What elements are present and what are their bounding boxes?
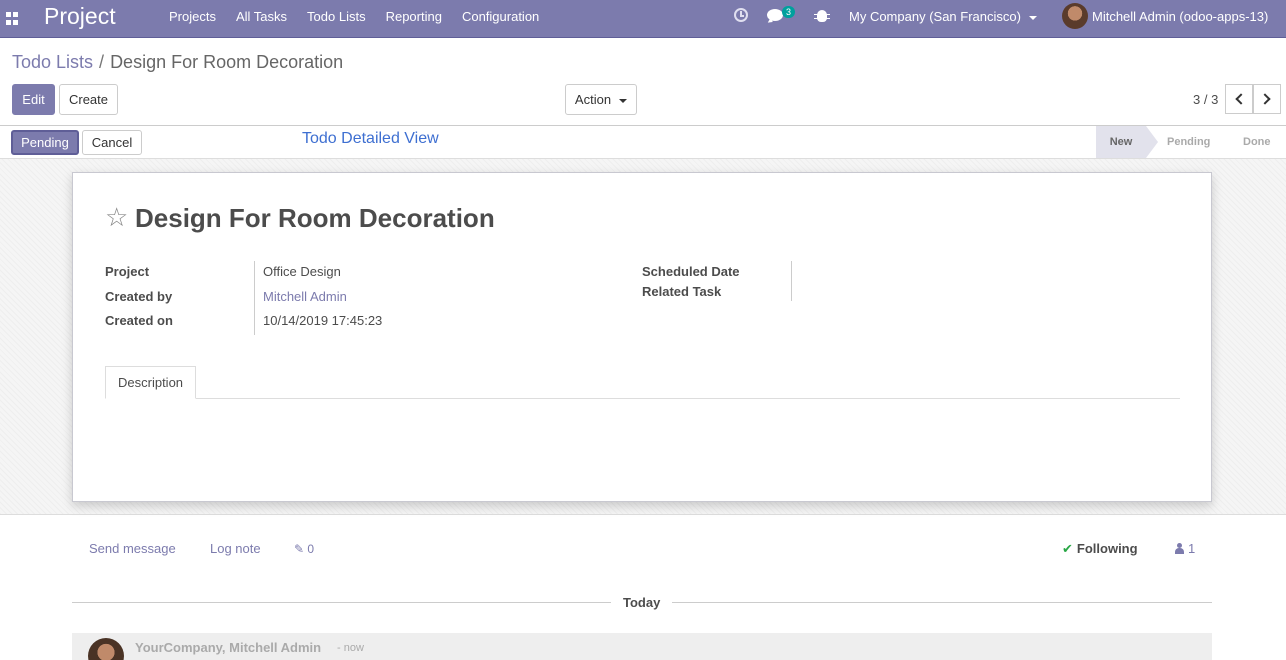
breadcrumb-separator: / — [99, 52, 105, 72]
menu-configuration[interactable]: Configuration — [452, 0, 549, 38]
caret-down-icon — [1028, 15, 1037, 20]
person-icon — [1175, 543, 1184, 554]
debug-bug-icon[interactable] — [814, 10, 830, 22]
action-dropdown[interactable]: Action — [565, 84, 637, 115]
activity-clock-icon[interactable] — [734, 8, 748, 22]
check-icon: ✔ — [1062, 541, 1073, 556]
stage-new[interactable]: New — [1096, 126, 1158, 158]
company-name: My Company (San Francisco) — [849, 9, 1021, 24]
chat-counter-badge: 3 — [782, 6, 796, 18]
edit-button[interactable]: Edit — [12, 84, 55, 115]
date-separator: Today — [611, 595, 673, 610]
pager-previous-button[interactable] — [1225, 84, 1253, 114]
form-sheet: ☆ Design For Room Decoration Project Cre… — [72, 172, 1212, 502]
menu-projects[interactable]: Projects — [159, 0, 226, 38]
user-menu[interactable]: Mitchell Admin (odoo-apps-13) — [1092, 9, 1268, 24]
company-switcher[interactable]: My Company (San Francisco) — [849, 9, 1037, 24]
tab-underline — [105, 398, 1180, 399]
action-label: Action — [574, 92, 612, 107]
tab-description[interactable]: Description — [105, 366, 197, 399]
pending-button[interactable]: Pending — [11, 130, 79, 155]
caret-down-icon — [619, 98, 628, 103]
pager-next-button[interactable] — [1253, 84, 1281, 114]
log-note-link[interactable]: Log note — [210, 541, 261, 556]
chevron-right-icon — [1259, 93, 1271, 105]
label-created-on: Created on — [105, 313, 173, 328]
label-scheduled-date: Scheduled Date — [642, 264, 740, 279]
attachment-count: 0 — [307, 542, 315, 556]
create-button[interactable]: Create — [59, 84, 118, 115]
stage-pending[interactable]: Pending — [1167, 126, 1210, 158]
annotation-label: Todo Detailed View — [302, 130, 439, 147]
breadcrumb-todo-lists[interactable]: Todo Lists — [12, 52, 93, 72]
messaging-chat-icon[interactable] — [767, 9, 783, 21]
label-project: Project — [105, 264, 150, 279]
field-divider — [254, 261, 255, 335]
value-project: Office Design — [263, 264, 341, 279]
menu-all-tasks[interactable]: All Tasks — [226, 0, 297, 38]
send-message-link[interactable]: Send message — [89, 541, 176, 556]
message-author-avatar[interactable] — [88, 638, 124, 660]
followers-count: 1 — [1188, 541, 1196, 556]
label-related-task: Related Task — [642, 284, 722, 299]
star-priority-icon[interactable]: ☆ — [105, 203, 128, 231]
cancel-button[interactable]: Cancel — [82, 130, 142, 155]
stage-done[interactable]: Done — [1243, 126, 1271, 158]
paperclip-icon: ✎ — [294, 542, 305, 556]
user-avatar[interactable] — [1062, 3, 1088, 29]
attachment-button[interactable]: ✎ 0 — [294, 542, 314, 556]
pager-value[interactable]: 3 / 3 — [1193, 92, 1218, 107]
chatter-message: YourCompany, Mitchell Admin - now — [72, 633, 1212, 660]
record-title: Design For Room Decoration — [135, 203, 495, 233]
following-label: Following — [1076, 541, 1138, 556]
breadcrumb: Todo Lists / Design For Room Decoration — [12, 52, 343, 73]
breadcrumb-current: Design For Room Decoration — [110, 52, 344, 72]
menu-reporting[interactable]: Reporting — [376, 0, 452, 38]
top-navbar: Project Projects All Tasks Todo Lists Re… — [0, 0, 1286, 38]
value-created-by[interactable]: Mitchell Admin — [263, 289, 347, 304]
value-created-on: 10/14/2019 17:45:23 — [263, 313, 383, 328]
following-button[interactable]: ✔ Following — [1062, 541, 1138, 557]
label-created-by: Created by — [105, 289, 173, 304]
chevron-left-icon — [1235, 93, 1247, 105]
status-header: Pending Cancel Todo Detailed View New Pe… — [0, 125, 1286, 159]
main-menu: Projects All Tasks Todo Lists Reporting … — [159, 0, 549, 38]
message-author[interactable]: YourCompany, Mitchell Admin — [135, 640, 321, 655]
followers-button[interactable]: 1 — [1175, 541, 1195, 556]
field-divider — [791, 261, 792, 301]
apps-menu-icon[interactable] — [6, 12, 19, 25]
message-time: - now — [337, 642, 364, 654]
app-brand[interactable]: Project — [44, 3, 116, 30]
menu-todo-lists[interactable]: Todo Lists — [297, 0, 376, 38]
